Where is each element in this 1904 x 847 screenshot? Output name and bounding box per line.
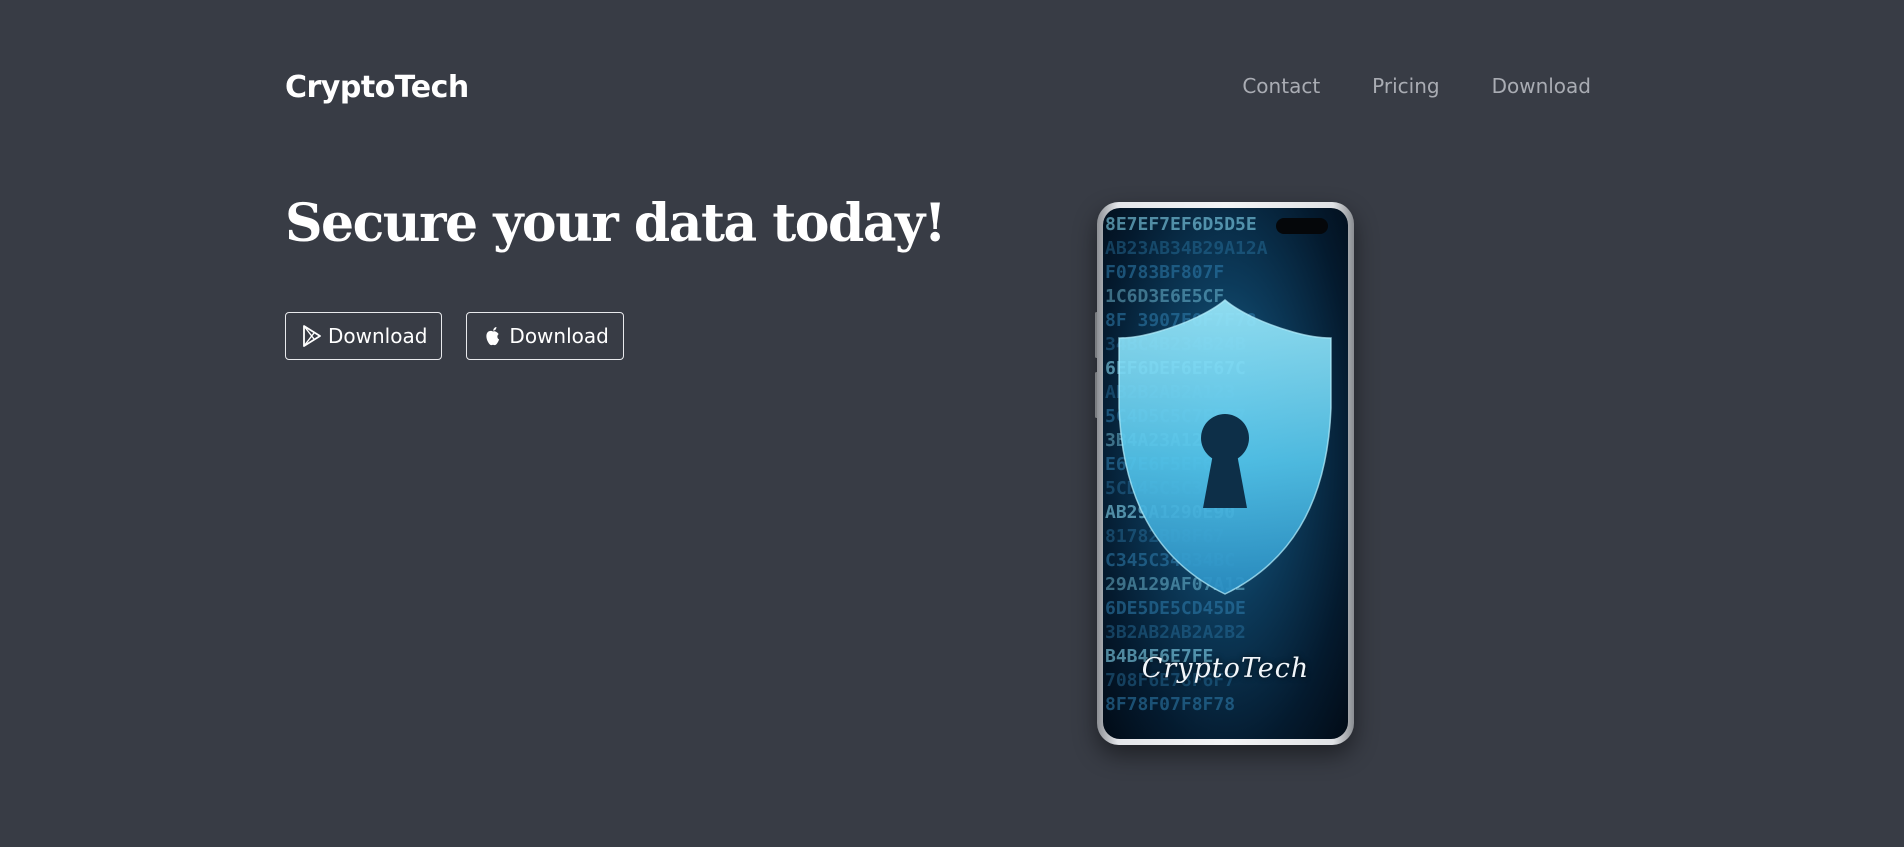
apple-icon	[483, 325, 503, 347]
google-play-download-button[interactable]: Download	[285, 312, 443, 360]
phone-screen-image: 8E7EF7EF6D5D5E AB23AB34B29A12A F0783BF807F…	[1103, 208, 1348, 739]
nav-link-contact[interactable]: Contact	[1242, 74, 1320, 98]
nav-link-download[interactable]: Download	[1492, 74, 1591, 98]
phone-screen-logo: CryptoTech	[1141, 653, 1310, 684]
google-play-download-label: Download	[328, 324, 428, 348]
app-store-download-button[interactable]: Download	[466, 312, 624, 360]
brand-logo[interactable]: CryptoTech	[285, 70, 469, 105]
nav-link-pricing[interactable]: Pricing	[1372, 74, 1439, 98]
navbar: CryptoTech Contact Pricing Download	[285, 66, 1591, 112]
download-buttons: Download Download	[285, 312, 624, 360]
app-store-download-label: Download	[509, 324, 609, 348]
nav-links: Contact Pricing Download	[1242, 74, 1591, 98]
hero-title: Secure your data today!	[285, 193, 947, 254]
google-play-icon	[302, 325, 322, 347]
phone-camera	[1276, 218, 1328, 234]
phone-mockup: 8E7EF7EF6D5D5E AB23AB34B29A12A F0783BF807F…	[1095, 202, 1354, 745]
